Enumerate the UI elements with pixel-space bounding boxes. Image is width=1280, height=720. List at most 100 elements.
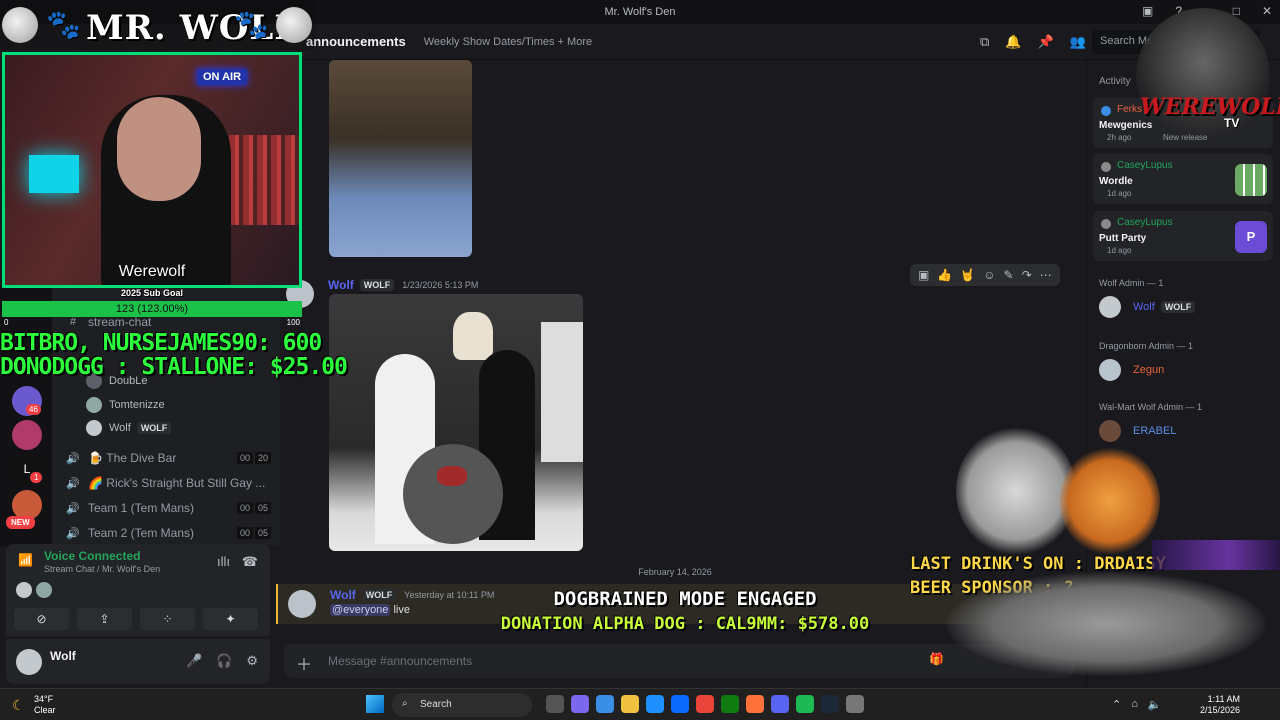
windows-start-icon[interactable] [366, 695, 384, 713]
activity-card[interactable]: CaseyLupus Putt Party 1d ago P [1093, 211, 1273, 261]
members-icon[interactable]: 👥 [1070, 34, 1086, 50]
message-body: @everyone live [330, 604, 410, 616]
moon-icon [2, 7, 38, 43]
attachment-image[interactable] [329, 294, 583, 551]
user-limit: 00 05 [236, 502, 271, 514]
close-icon[interactable]: ✕ [1262, 4, 1272, 18]
voice-user[interactable]: Tomtenizze [86, 396, 165, 414]
message-input[interactable]: Message #announcements [328, 654, 472, 668]
gift-icon[interactable]: 🎁 [929, 652, 944, 666]
window-title: Mr. Wolf's Den [604, 6, 676, 18]
soundboard-button[interactable]: ✦ [203, 608, 258, 630]
plus-icon[interactable]: ＋ [296, 651, 312, 675]
headphones-icon[interactable]: 🎧 [216, 653, 232, 669]
signal-icon: 📶 [18, 553, 33, 567]
voice-channel[interactable]: 🔊 Team 1 (Tem Mans) 00 05 [66, 498, 271, 518]
forward-icon[interactable]: ↷ [1022, 268, 1032, 282]
screen-share-button[interactable]: ⇪ [77, 608, 132, 630]
image-icon[interactable]: ▣ [918, 268, 929, 282]
channel-topic[interactable]: Weekly Show Dates/Times + More [424, 36, 592, 48]
taskbar-search[interactable]: ⌕ Search [392, 693, 532, 717]
role-tag: WOLF [136, 422, 172, 434]
member-item[interactable]: Zegun [1099, 359, 1164, 381]
noise-suppression-icon[interactable]: ıllı [217, 554, 230, 569]
chevron-up-icon[interactable]: ⌃ [1112, 698, 1121, 711]
member-name: Wolf [1133, 301, 1155, 313]
voice-location[interactable]: Stream Chat / Mr. Wolf's Den [44, 564, 160, 574]
message-author[interactable]: Wolf [330, 588, 356, 602]
gear-icon[interactable]: ⚙ [246, 653, 258, 669]
username[interactable]: Wolf [50, 649, 76, 663]
task-view-icon[interactable] [546, 695, 564, 713]
attachment-image[interactable] [329, 60, 472, 257]
message-actions: ▣ 👍 🤘 ☺ ✎ ↷ ⋯ [910, 264, 1060, 286]
volume-icon[interactable]: 🔈 [1148, 698, 1162, 711]
server-icon[interactable] [12, 420, 42, 450]
weather-condition: Clear [34, 705, 56, 715]
spotify-icon[interactable] [796, 695, 814, 713]
avatar[interactable] [16, 649, 42, 675]
discord-icon[interactable] [771, 695, 789, 713]
store-icon[interactable] [671, 695, 689, 713]
voice-user-name: Wolf [109, 422, 131, 434]
pin-icon[interactable]: 📌 [1037, 34, 1053, 50]
avatar [1099, 296, 1121, 318]
channel-name: announcements [306, 34, 406, 49]
temperature: 34°F [34, 694, 54, 704]
camera-off-button[interactable]: ⊘ [14, 608, 69, 630]
speaker-icon: 🔊 [66, 527, 80, 540]
voice-channel[interactable]: 🔊 🍺 The Dive Bar 00 20 [66, 448, 271, 468]
avatar [36, 582, 52, 598]
member-item[interactable]: Wolf WOLF [1099, 296, 1196, 318]
bell-icon[interactable]: 🔔 [1005, 34, 1021, 50]
xbox-icon[interactable] [721, 695, 739, 713]
media-player-icon[interactable] [846, 695, 864, 713]
thumbs-up-icon[interactable]: 👍 [937, 268, 952, 282]
inbox-icon[interactable]: ▣ [1142, 4, 1153, 18]
edge-icon[interactable] [646, 695, 664, 713]
cyan-light [29, 155, 79, 193]
more-icon[interactable]: ⋯ [1040, 268, 1052, 282]
member-item[interactable]: ERABEL [1099, 420, 1176, 442]
network-icon[interactable]: ⌂ [1131, 698, 1138, 711]
copilot-icon[interactable] [596, 695, 614, 713]
teams-icon[interactable] [571, 695, 589, 713]
sub-goal-label: 2025 Sub Goal [120, 288, 184, 298]
member-name: Zegun [1133, 364, 1165, 376]
activity-time: 1d ago [1107, 189, 1132, 198]
rock-hand-icon[interactable]: 🤘 [960, 268, 975, 282]
role-header: Wal-Mart Wolf Admin — 1 [1099, 402, 1203, 412]
avatar[interactable] [288, 590, 316, 618]
voice-channel[interactable]: 🔊 Team 2 (Tem Mans) 00 05 [66, 523, 271, 543]
message-author[interactable]: Wolf [328, 278, 354, 292]
role-tag: WOLF [359, 279, 395, 291]
steam-icon[interactable] [821, 695, 839, 713]
edit-icon[interactable]: ✎ [1004, 268, 1014, 282]
webcam-overlay: ON AIR Werewolf [2, 52, 302, 288]
user-limit: 00 05 [236, 527, 271, 539]
stream-title-overlay: 🐾 MR. WOLF 🐾 [0, 0, 316, 50]
mention[interactable]: @everyone [330, 604, 391, 616]
sub-goal-widget: 2025 Sub Goal 123 (123.00%) 0 100 [2, 288, 302, 327]
voice-channel[interactable]: 🔊 🌈 Rick's Straight But Still Gay ... [66, 473, 271, 493]
clock[interactable]: 1:11 AM 2/15/2026 [1200, 694, 1240, 716]
portrait-frame [541, 322, 583, 462]
microphone-icon[interactable]: 🎤 [186, 653, 202, 669]
werewolf-tv-logo: WEREWOLF TV [1136, 8, 1280, 144]
firefox-icon[interactable] [746, 695, 764, 713]
threads-icon[interactable]: ⧉ [980, 34, 989, 50]
weather-widget[interactable]: 34°F Clear [34, 694, 56, 716]
activities-button[interactable]: ⁘ [140, 608, 195, 630]
file-explorer-icon[interactable] [621, 695, 639, 713]
activity-user: CaseyLupus [1117, 160, 1173, 171]
activity-card[interactable]: CaseyLupus Wordle 1d ago [1093, 154, 1273, 204]
chrome-icon[interactable] [696, 695, 714, 713]
mention-badge: 46 [26, 404, 41, 415]
speaker-icon: 🔊 [66, 477, 80, 490]
disconnect-icon[interactable]: ☎ [242, 554, 258, 570]
voice-user[interactable]: Wolf WOLF [86, 419, 172, 437]
voice-status[interactable]: Voice Connected [44, 549, 140, 563]
channel-label: The Dive Bar [106, 451, 177, 465]
member-name: ERABEL [1133, 425, 1177, 437]
emoji-icon[interactable]: ☺ [983, 268, 995, 282]
